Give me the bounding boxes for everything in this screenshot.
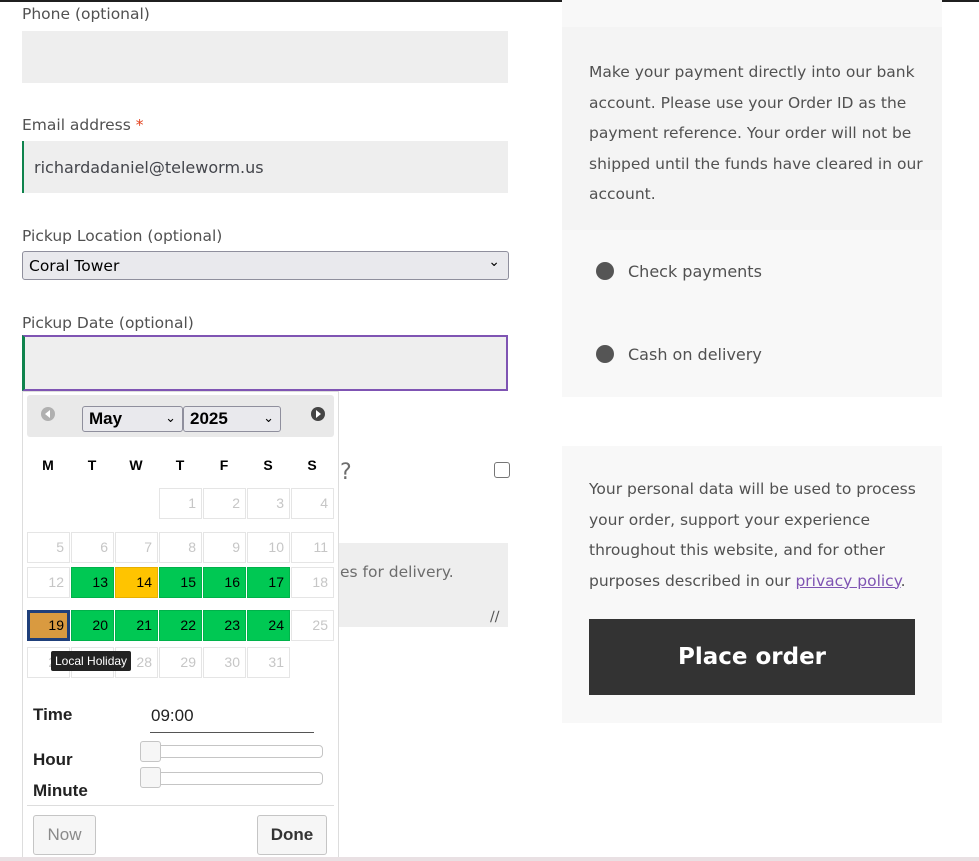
minute-label: Minute: [33, 781, 88, 800]
year-select[interactable]: 2025 ⌄: [183, 406, 281, 432]
calendar-day-11: 11: [291, 532, 334, 563]
payment-methods: [562, 230, 942, 397]
pickup-location-select[interactable]: Coral Tower ⌄: [22, 251, 509, 280]
bank-description: Make your payment directly into our bank…: [589, 63, 923, 203]
calendar-day-15[interactable]: 15: [159, 567, 202, 598]
payment-panel-top: [562, 0, 942, 27]
phone-label: Phone (optional): [22, 5, 150, 23]
button-pane-divider: [27, 805, 334, 806]
phone-input[interactable]: [22, 31, 508, 83]
required-asterisk: *: [135, 116, 144, 134]
payment-method-cod-label: Cash on delivery: [628, 345, 762, 364]
weekday-label: M: [42, 457, 54, 473]
calendar-day-24[interactable]: 24: [247, 610, 290, 641]
payment-method-check[interactable]: Check payments: [596, 262, 762, 281]
holiday-tooltip: Local Holiday: [51, 651, 132, 671]
order-notes-textarea[interactable]: [338, 543, 508, 627]
calendar-day-4: 4: [291, 488, 334, 519]
calendar-day-2: 2: [203, 488, 246, 519]
calendar-day-23[interactable]: 23: [203, 610, 246, 641]
calendar-day-17[interactable]: 17: [247, 567, 290, 598]
calendar-day-3: 3: [247, 488, 290, 519]
year-value: 2025: [190, 409, 228, 428]
order-notes-placeholder: es for delivery.: [340, 563, 454, 581]
hour-slider[interactable]: [140, 745, 323, 758]
chevron-down-icon: ⌄: [488, 254, 500, 270]
calendar-day-22[interactable]: 22: [159, 610, 202, 641]
weekday-label: T: [175, 457, 185, 473]
calendar-day-5: 5: [27, 532, 70, 563]
payment-method-cod[interactable]: Cash on delivery: [596, 345, 762, 364]
calendar-day-1: 1: [159, 488, 202, 519]
resize-grip-icon[interactable]: ∕∕: [490, 609, 499, 625]
calendar-day-29: 29: [159, 647, 202, 678]
weekday-label: S: [307, 457, 317, 473]
radio-icon: [596, 345, 614, 363]
place-order-button[interactable]: Place order: [589, 619, 915, 695]
calendar-day-25: 25: [291, 610, 334, 641]
checkbox[interactable]: [494, 462, 510, 478]
calendar-day-9: 9: [203, 532, 246, 563]
weekday-label: S: [263, 457, 273, 473]
time-underline: [150, 732, 314, 733]
calendar-day-18: 18: [291, 567, 334, 598]
calendar-day-20[interactable]: 20: [71, 610, 114, 641]
done-button[interactable]: Done: [257, 815, 327, 855]
datepicker: May ⌄ 2025 ⌄ MTWTFSS 1 2 3 4 5 6 7 8 9 10 11 12 13 14 15…: [22, 391, 339, 858]
pickup-location-value: Coral Tower: [29, 257, 120, 275]
calendar-day-12: 12: [27, 567, 70, 598]
email-label: Email address *: [22, 116, 144, 134]
question-fragment: ?: [340, 460, 352, 485]
pickup-location-label: Pickup Location (optional): [22, 227, 223, 245]
radio-icon: [596, 262, 614, 280]
email-input-value: richardadaniel@teleworm.us: [34, 158, 264, 177]
calendar-day-14[interactable]: 14: [115, 567, 158, 598]
calendar-day-8: 8: [159, 532, 202, 563]
minute-slider-handle[interactable]: [140, 767, 161, 788]
pickup-date-input[interactable]: [22, 335, 508, 391]
payment-method-check-label: Check payments: [628, 262, 762, 281]
datepicker-header: May ⌄ 2025 ⌄: [27, 395, 334, 437]
calendar-day-31: 31: [247, 647, 290, 678]
calendar-day-19[interactable]: 19: [27, 610, 70, 641]
weekday-label: T: [87, 457, 97, 473]
bank-transfer-box: Make your payment directly into our bank…: [562, 27, 942, 230]
bottom-border: [0, 857, 979, 861]
time-label: Time: [33, 705, 73, 724]
calendar-day-21[interactable]: 21: [115, 610, 158, 641]
chevron-down-icon: ⌄: [165, 410, 176, 425]
calendar-day-16[interactable]: 16: [203, 567, 246, 598]
calendar-day-6: 6: [71, 532, 114, 563]
next-month-icon[interactable]: [311, 407, 325, 421]
now-button[interactable]: Now: [33, 815, 96, 855]
privacy-text: Your personal data will be used to proce…: [589, 474, 924, 596]
month-select[interactable]: May ⌄: [82, 406, 183, 432]
calendar-day-10: 10: [247, 532, 290, 563]
hour-slider-handle[interactable]: [140, 741, 161, 762]
weekday-label: F: [219, 457, 229, 473]
hour-label: Hour: [33, 750, 73, 769]
calendar-day-7: 7: [115, 532, 158, 563]
weekday-label: W: [129, 457, 143, 473]
privacy-policy-link[interactable]: privacy policy: [795, 572, 900, 590]
time-value: 09:00: [151, 706, 194, 725]
email-label-text: Email address: [22, 116, 131, 134]
pickup-date-label: Pickup Date (optional): [22, 314, 194, 332]
calendar-day-30: 30: [203, 647, 246, 678]
calendar-day-13[interactable]: 13: [71, 567, 114, 598]
privacy-text-end: .: [900, 571, 906, 590]
month-value: May: [89, 409, 123, 428]
prev-month-icon[interactable]: [41, 407, 55, 421]
chevron-down-icon: ⌄: [263, 410, 274, 425]
minute-slider[interactable]: [140, 772, 323, 785]
